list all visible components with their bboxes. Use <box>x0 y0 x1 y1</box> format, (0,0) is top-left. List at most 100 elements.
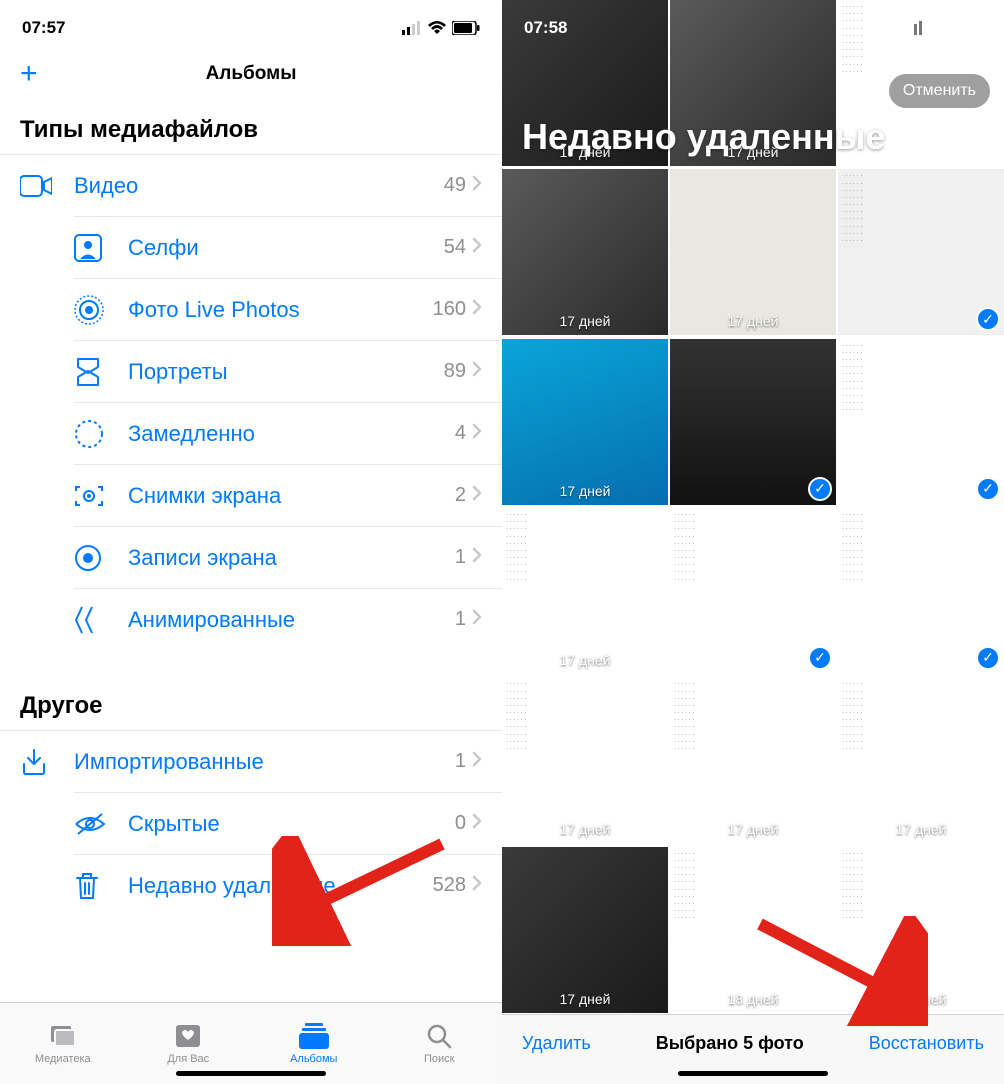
list-item-count: 2 <box>455 484 466 507</box>
restore-button[interactable]: Восстановить <box>869 1033 984 1054</box>
wifi-icon <box>930 21 948 35</box>
cancel-button[interactable]: Отменить <box>889 74 990 108</box>
chevron-right-icon <box>472 751 482 772</box>
days-remaining-label: 17 дней <box>560 313 611 329</box>
battery-icon <box>452 21 480 35</box>
thumbnail-content: · · · · · ·· · · · · ·· · · · · ·· · · ·… <box>502 508 668 588</box>
list-item-label: Недавно удаленные <box>128 873 433 899</box>
thumbnail-content: · · · · · ·· · · · · ·· · · · · ·· · · ·… <box>838 339 1004 419</box>
section-other-title: Другое <box>0 650 502 730</box>
photo-thumbnail[interactable]: · · · · · ·· · · · · ·· · · · · ·· · · ·… <box>838 508 1004 674</box>
selected-checkmark-icon: ✓ <box>976 477 1000 501</box>
photo-thumbnail[interactable]: 17 дней <box>502 169 668 335</box>
list-item[interactable]: Замедленно4 <box>74 402 502 464</box>
status-time: 07:57 <box>22 18 65 38</box>
photo-thumbnail[interactable]: · · · · · ·· · · · · ·· · · · · ·· · · ·… <box>838 169 1004 335</box>
selected-checkmark-icon: ✓ <box>976 646 1000 670</box>
list-item-count: 89 <box>444 360 466 383</box>
page-title: Недавно удаленные <box>522 116 984 158</box>
hidden-icon <box>74 812 128 836</box>
status-bar: 07:58 <box>502 0 1004 50</box>
foryou-icon <box>174 1023 202 1049</box>
list-item-label: Портреты <box>128 359 444 385</box>
days-remaining-label: 17 дней <box>560 483 611 499</box>
chevron-right-icon <box>472 875 482 896</box>
screenshot-icon <box>74 483 128 509</box>
days-remaining-label: 17 дней <box>896 821 947 837</box>
photo-thumbnail[interactable]: · · · · · ·· · · · · ·· · · · · ·· · · ·… <box>838 677 1004 843</box>
section-media-title: Типы медиафайлов <box>0 98 502 154</box>
status-time: 07:58 <box>524 18 567 38</box>
list-item[interactable]: Скрытые0 <box>74 792 502 854</box>
photo-thumbnail[interactable]: ✓ <box>670 339 836 505</box>
list-item[interactable]: Записи экрана1 <box>74 526 502 588</box>
chevron-right-icon <box>472 609 482 630</box>
delete-button[interactable]: Удалить <box>522 1033 591 1054</box>
tab-label: Поиск <box>424 1053 454 1065</box>
chevron-right-icon <box>472 423 482 444</box>
thumbnail-content: · · · · · ·· · · · · ·· · · · · ·· · · ·… <box>838 169 1004 249</box>
record-icon <box>74 544 128 572</box>
thumbnail-content: · · · · · ·· · · · · ·· · · · · ·· · · ·… <box>838 677 1004 757</box>
page-title: Альбомы <box>206 63 297 85</box>
list-item[interactable]: Видео49 <box>0 154 502 216</box>
chevron-right-icon <box>472 299 482 320</box>
photo-thumbnail[interactable]: · · · · · ·· · · · · ·· · · · · ·· · · ·… <box>502 677 668 843</box>
list-item[interactable]: Селфи54 <box>74 216 502 278</box>
list-item-count: 4 <box>455 422 466 445</box>
list-item[interactable]: Снимки экрана2 <box>74 464 502 526</box>
list-item[interactable]: Портреты89 <box>74 340 502 402</box>
chevron-right-icon <box>472 485 482 506</box>
chevron-right-icon <box>472 361 482 382</box>
list-item[interactable]: Недавно удаленные528 <box>74 854 502 916</box>
add-button[interactable]: + <box>20 57 38 91</box>
days-remaining-label: 17 дней <box>560 991 611 1007</box>
list-item-label: Анимированные <box>128 607 455 633</box>
import-icon <box>20 748 74 776</box>
chevron-right-icon <box>472 175 482 196</box>
library-icon <box>48 1023 78 1049</box>
nav-header: + Альбомы <box>0 50 502 98</box>
status-bar: 07:57 <box>0 0 502 50</box>
days-remaining-label: 18 дней <box>896 991 947 1007</box>
slomo-icon <box>74 419 128 449</box>
thumbnail-content: · · · · · ·· · · · · ·· · · · · ·· · · ·… <box>838 847 1004 927</box>
photo-thumbnail[interactable]: 17 дней <box>502 339 668 505</box>
tab-library[interactable]: Медиатека <box>0 1003 126 1084</box>
list-item[interactable]: Импортированные1 <box>0 730 502 792</box>
days-remaining-label: 17 дней <box>560 652 611 668</box>
tab-search[interactable]: Поиск <box>377 1003 503 1084</box>
selected-checkmark-icon: ✓ <box>976 307 1000 331</box>
portrait-icon <box>74 357 128 387</box>
signal-icon <box>904 21 924 35</box>
status-icons <box>904 21 982 35</box>
signal-icon <box>402 21 422 35</box>
tab-label: Медиатека <box>35 1053 91 1065</box>
days-remaining-label: 17 дней <box>560 821 611 837</box>
photo-thumbnail[interactable]: · · · · · ·· · · · · ·· · · · · ·· · · ·… <box>670 508 836 674</box>
selected-checkmark-icon: ✓ <box>808 646 832 670</box>
photo-thumbnail[interactable]: · · · · · ·· · · · · ·· · · · · ·· · · ·… <box>838 847 1004 1013</box>
list-item-label: Импортированные <box>74 749 455 775</box>
list-item[interactable]: Анимированные1 <box>74 588 502 650</box>
photo-thumbnail[interactable]: · · · · · ·· · · · · ·· · · · · ·· · · ·… <box>502 508 668 674</box>
list-item-count: 528 <box>433 874 466 897</box>
animated-icon <box>74 605 128 635</box>
albums-list: Типы медиафайлов Видео49Селфи54Фото Live… <box>0 98 502 1002</box>
list-item-count: 1 <box>455 546 466 569</box>
thumbnail-content: · · · · · ·· · · · · ·· · · · · ·· · · ·… <box>670 508 836 588</box>
list-item-label: Видео <box>74 173 444 199</box>
photo-thumbnail[interactable]: · · · · · ·· · · · · ·· · · · · ·· · · ·… <box>670 677 836 843</box>
photo-thumbnail[interactable]: 17 дней <box>670 169 836 335</box>
list-item-label: Фото Live Photos <box>128 297 433 323</box>
trash-icon <box>74 871 128 901</box>
photo-thumbnail[interactable]: 17 дней <box>502 847 668 1013</box>
list-item-label: Записи экрана <box>128 545 455 571</box>
photo-thumbnail[interactable]: · · · · · ·· · · · · ·· · · · · ·· · · ·… <box>670 847 836 1013</box>
photo-thumbnail[interactable]: · · · · · ·· · · · · ·· · · · · ·· · · ·… <box>838 339 1004 505</box>
list-item[interactable]: Фото Live Photos160 <box>74 278 502 340</box>
thumbnail-content: · · · · · ·· · · · · ·· · · · · ·· · · ·… <box>502 677 668 757</box>
list-item-count: 1 <box>455 750 466 773</box>
home-indicator <box>176 1071 326 1076</box>
chevron-right-icon <box>472 813 482 834</box>
